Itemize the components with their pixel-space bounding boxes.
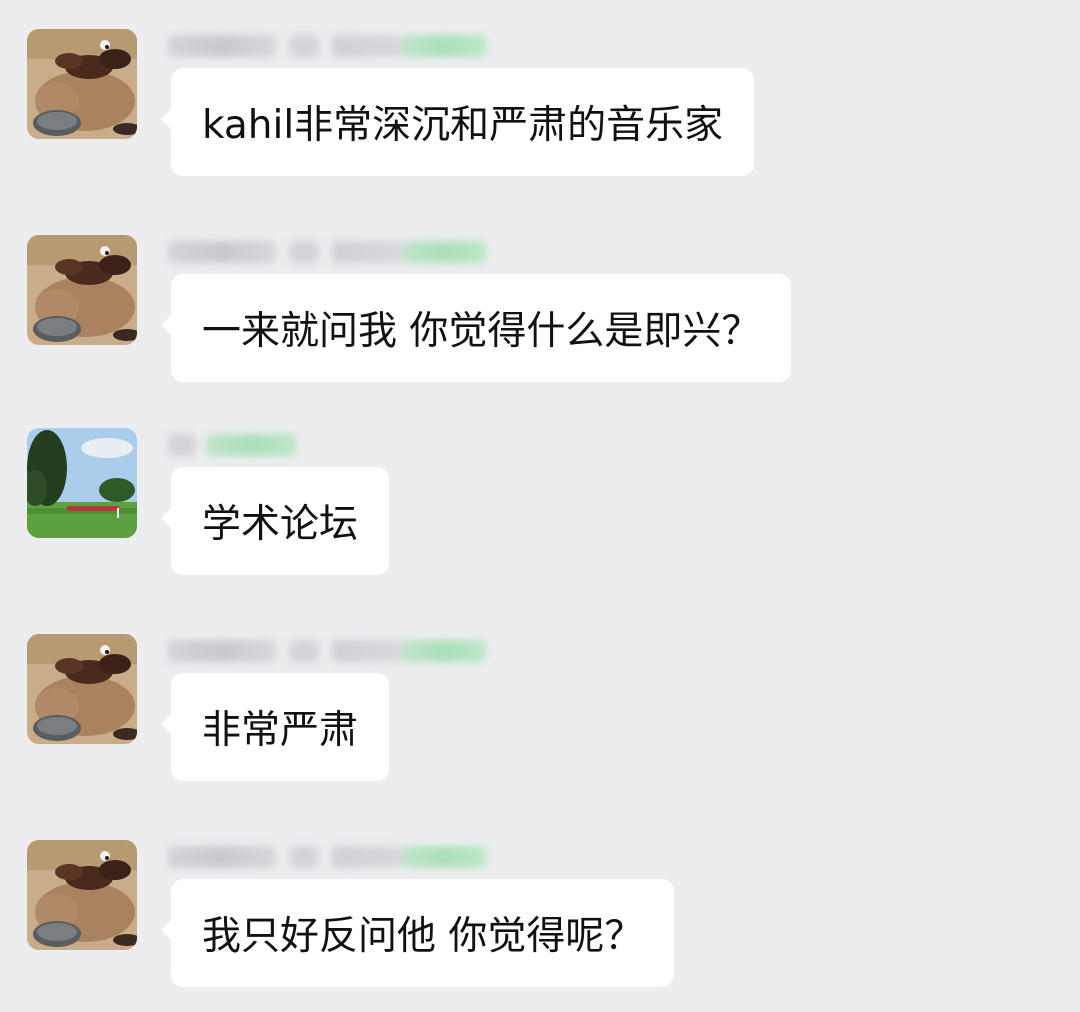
message-bubble[interactable]: 非常严肃	[160, 673, 390, 781]
sender-name-blurred	[168, 235, 486, 269]
park-avatar-icon[interactable]	[27, 428, 137, 538]
sender-name-blurred	[168, 29, 486, 63]
capybara-avatar-icon[interactable]	[27, 29, 137, 139]
capybara-avatar-icon[interactable]	[27, 634, 137, 744]
sender-name-blurred	[168, 428, 296, 462]
sender-name-blurred	[168, 840, 486, 874]
message-bubble[interactable]: 学术论坛	[160, 467, 390, 575]
sender-name-blurred	[168, 634, 486, 668]
message-bubble[interactable]: 一来就问我 你觉得什么是即兴？	[160, 274, 792, 382]
capybara-avatar-icon[interactable]	[27, 840, 137, 950]
capybara-avatar-icon[interactable]	[27, 235, 137, 345]
message-bubble[interactable]: kahil非常深沉和严肃的音乐家	[160, 68, 755, 176]
message-bubble[interactable]: 我只好反问他 你觉得呢？	[160, 879, 675, 987]
